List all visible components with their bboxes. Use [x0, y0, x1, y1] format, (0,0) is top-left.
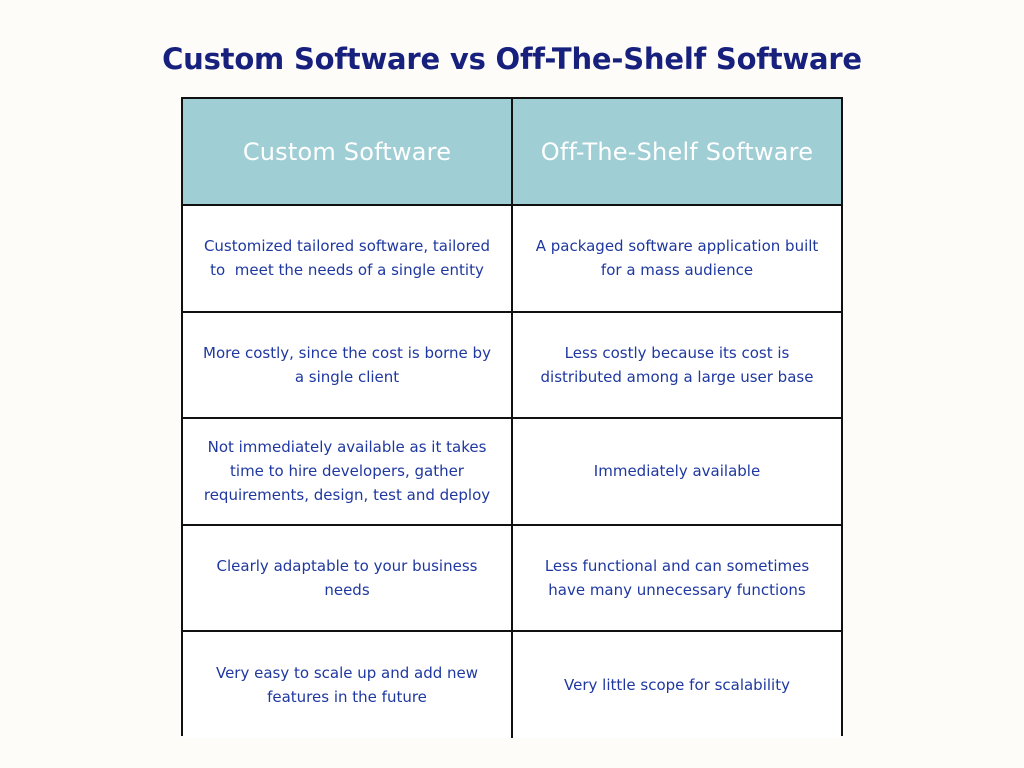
table-header: Custom Software Off-The-Shelf Software [183, 99, 841, 206]
cell-offtheshelf-5: Very little scope for scalability [512, 631, 841, 738]
comparison-table: Custom Software Off-The-Shelf Software C… [181, 97, 843, 738]
cell-text: Immediately available [593, 462, 761, 481]
cell-custom-5: Very easy to scale up and add new featur… [183, 631, 513, 738]
cell-custom-2: More costly, since the cost is borne by … [183, 311, 513, 420]
cell-offtheshelf-3: Immediately available [512, 418, 841, 526]
cell-custom-4: Clearly adaptable to your business needs [183, 524, 513, 633]
cell-text: More costly, since the cost is borne by … [203, 343, 496, 386]
slide-canvas: Custom Software vs Off-The-Shelf Softwar… [0, 0, 1024, 768]
table-header-row: Custom Software Off-The-Shelf Software [183, 99, 841, 206]
cell-text: Very little scope for scalability [564, 676, 790, 695]
table-row: Not immediately available as it takes ti… [183, 418, 841, 526]
table-row: Clearly adaptable to your business needs… [183, 524, 841, 633]
cell-custom-1: Customized tailored software, tailored t… [183, 205, 513, 313]
cell-offtheshelf-1: A packaged software application built fo… [512, 205, 841, 313]
page-title: Custom Software vs Off-The-Shelf Softwar… [162, 42, 862, 76]
table-row: Customized tailored software, tailored t… [183, 205, 841, 313]
cell-text: Less costly because its cost is distribu… [540, 343, 814, 386]
cell-offtheshelf-2: Less costly because its cost is distribu… [512, 311, 841, 420]
cell-text: Customized tailored software, tailored t… [203, 237, 495, 280]
cell-text: Clearly adaptable to your business needs [216, 557, 483, 600]
comparison-table-grid: Custom Software Off-The-Shelf Software C… [183, 99, 841, 738]
cell-text: Very easy to scale up and add new featur… [215, 664, 483, 707]
table-row: Very easy to scale up and add new featur… [183, 631, 841, 738]
table-row: More costly, since the cost is borne by … [183, 311, 841, 420]
cell-custom-3: Not immediately available as it takes ti… [183, 418, 513, 526]
table-body: Customized tailored software, tailored t… [183, 205, 841, 738]
cell-text: Less functional and can sometimes have m… [544, 557, 814, 600]
column-header-off-the-shelf-software: Off-The-Shelf Software [512, 99, 841, 206]
cell-offtheshelf-4: Less functional and can sometimes have m… [512, 524, 841, 633]
cell-text: A packaged software application built fo… [535, 237, 824, 280]
column-header-custom-software: Custom Software [183, 99, 513, 206]
cell-text: Not immediately available as it takes ti… [203, 438, 492, 505]
